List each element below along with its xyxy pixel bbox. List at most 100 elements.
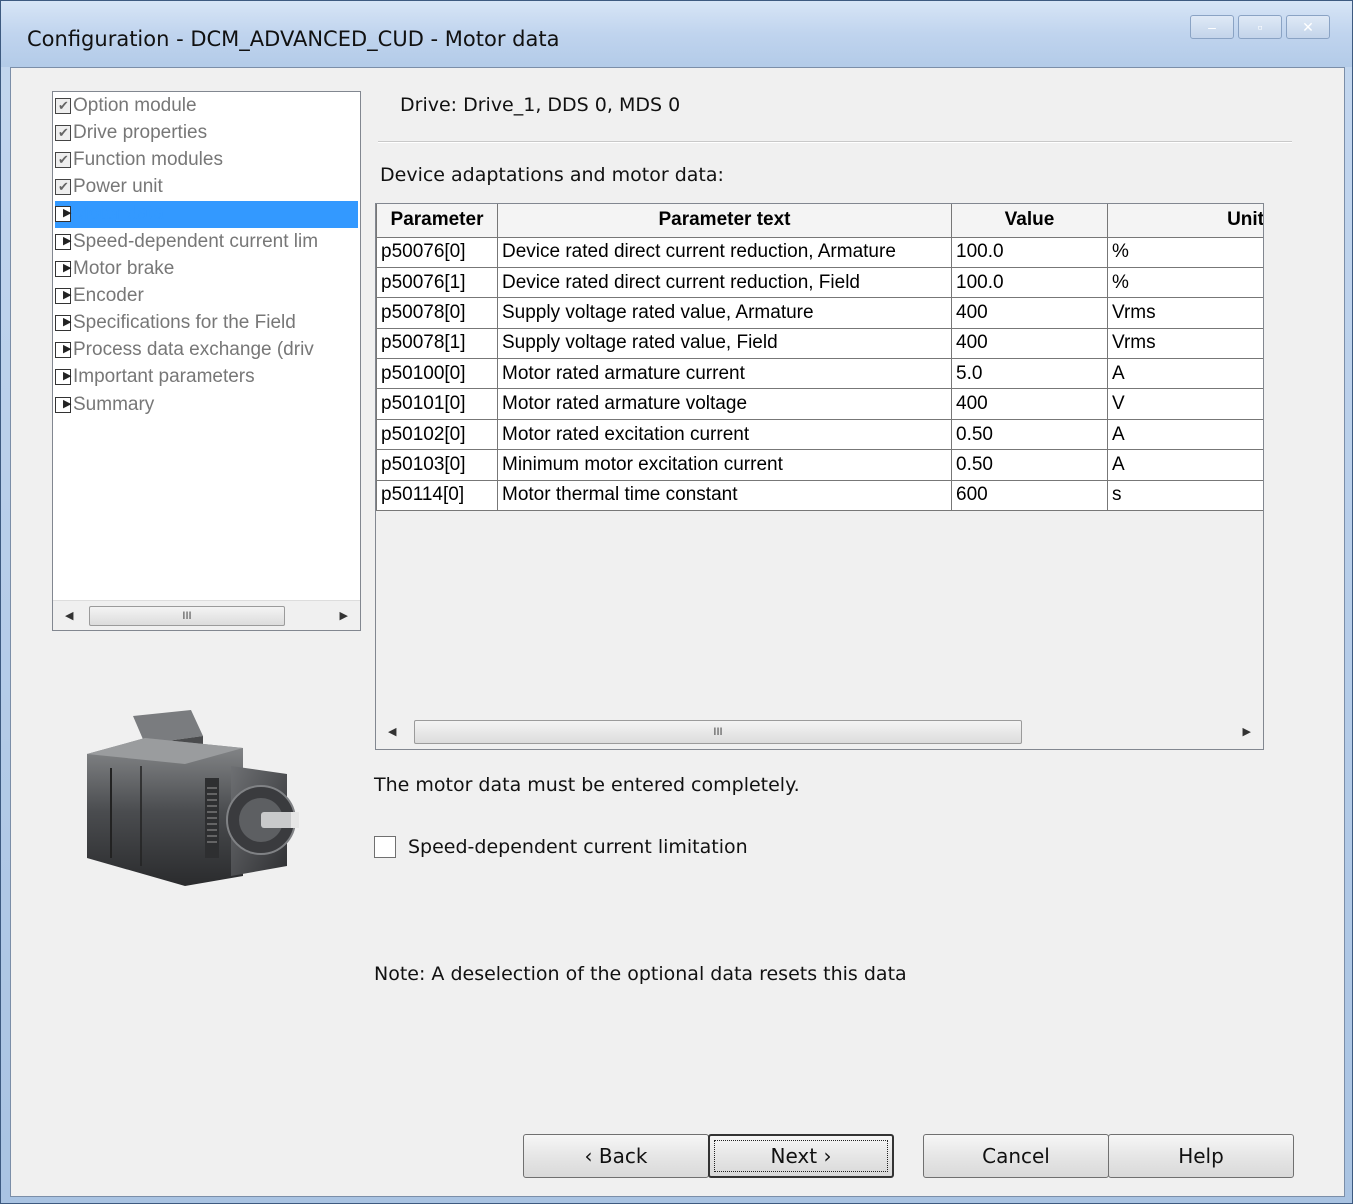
deselection-note: Note: A deselection of the optional data…: [374, 963, 907, 985]
step-complete-icon: ✔: [55, 151, 71, 168]
scroll-left-icon[interactable]: ◀: [388, 725, 396, 738]
wizard-step-2[interactable]: ✔ Function modules: [55, 146, 358, 173]
parameter-value-cell[interactable]: 400: [951, 388, 1108, 420]
wizard-step-8[interactable]: ▶ Specifications for the Field: [55, 310, 358, 337]
parameter-value-cell[interactable]: 5.0: [951, 358, 1108, 390]
parameter-id-cell: p50078[0]: [376, 297, 498, 329]
wizard-step-tree[interactable]: ✔ Option module ✔ Drive properties ✔ Function…: [52, 91, 361, 631]
separator-line: [378, 141, 1292, 142]
step-pending-icon: ▶: [55, 342, 71, 359]
parameter-id-cell: p50103[0]: [376, 449, 498, 481]
parameter-id-cell: p50076[1]: [376, 266, 498, 299]
parameter-id-cell: p50076[0]: [376, 236, 498, 268]
parameter-unit-cell: %: [1107, 236, 1263, 268]
wizard-step-label: Important parameters: [73, 366, 255, 388]
parameter-text-cell: Minimum motor excitation current: [497, 449, 952, 481]
title-bar[interactable]: Configuration - DCM_ADVANCED_CUD - Motor…: [1, 1, 1352, 67]
table-row[interactable]: p50101[0] Motor rated armature voltage 400…: [376, 388, 1263, 420]
parameter-value-cell[interactable]: 400: [951, 327, 1108, 360]
step-complete-icon: ✔: [55, 124, 71, 141]
next-button[interactable]: Next ›: [708, 1134, 894, 1178]
table-row[interactable]: p50076[0] Device rated direct current red…: [376, 236, 1263, 268]
parameter-value-cell[interactable]: 0.50: [951, 418, 1108, 451]
wizard-step-4[interactable]: ▶ Motor data: [55, 200, 358, 228]
table-row[interactable]: p50078[1] Supply voltage rated value, Fie…: [376, 327, 1263, 360]
column-header-parameter-text[interactable]: Parameter text: [497, 204, 952, 238]
wizard-step-label: Specifications for the Field: [73, 312, 296, 334]
table-row[interactable]: p50102[0] Motor rated excitation current 0…: [376, 418, 1263, 451]
minimize-icon[interactable]: –: [1190, 15, 1234, 39]
column-header-unit[interactable]: Unit: [1107, 204, 1263, 238]
close-icon[interactable]: ✕: [1286, 15, 1330, 39]
table-row[interactable]: p50100[0] Motor rated armature current 5.0…: [376, 358, 1263, 390]
wizard-step-1[interactable]: ✔ Drive properties: [55, 119, 358, 146]
parameter-unit-cell: Vrms: [1107, 297, 1263, 329]
step-pending-icon: ▶: [55, 260, 71, 277]
configuration-window: Configuration - DCM_ADVANCED_CUD - Motor…: [0, 0, 1353, 1204]
parameter-value-cell[interactable]: 600: [951, 479, 1108, 512]
parameter-text-cell: Device rated direct current reduction, A…: [497, 236, 952, 268]
table-row[interactable]: p50078[0] Supply voltage rated value, Arm…: [376, 297, 1263, 329]
wizard-step-label: Encoder: [73, 284, 144, 306]
parameter-unit-cell: A: [1107, 449, 1263, 481]
wizard-step-5[interactable]: ▶ Speed-dependent current lim: [55, 228, 358, 255]
help-button[interactable]: Help: [1108, 1134, 1294, 1178]
wizard-step-label: Function modules: [73, 148, 223, 170]
motor-image: [87, 710, 299, 886]
speed-dependent-current-limitation-option[interactable]: Speed-dependent current limitation: [374, 836, 748, 858]
parameter-text-cell: Motor rated excitation current: [497, 418, 952, 451]
step-pending-icon: ▶: [55, 206, 71, 223]
step-pending-icon: ▶: [55, 396, 71, 413]
wizard-step-9[interactable]: ▶ Process data exchange (driv: [55, 337, 358, 364]
parameter-table-body: p50076[0] Device rated direct current red…: [376, 236, 1263, 512]
window-title: Configuration - DCM_ADVANCED_CUD - Motor…: [27, 27, 560, 51]
drive-info-label: Drive: Drive_1, DDS 0, MDS 0: [400, 94, 681, 116]
dialog-client-area: ✔ Option module ✔ Drive properties ✔ Function…: [10, 67, 1345, 1197]
scroll-right-icon[interactable]: ▶: [340, 609, 348, 622]
parameter-id-cell: p50101[0]: [376, 388, 498, 420]
scroll-grip: III: [182, 610, 192, 622]
parameter-value-cell[interactable]: 0.50: [951, 449, 1108, 481]
table-row[interactable]: p50076[1] Device rated direct current red…: [376, 266, 1263, 299]
speed-dependent-current-limitation-checkbox[interactable]: [374, 836, 396, 858]
back-button[interactable]: ‹ Back: [523, 1134, 709, 1178]
step-pending-icon: ▶: [55, 315, 71, 332]
parameter-value-cell[interactable]: 400: [951, 297, 1108, 329]
scroll-thumb[interactable]: III: [414, 720, 1022, 744]
wizard-step-10[interactable]: ▶ Important parameters: [55, 364, 358, 391]
parameter-text-cell: Motor thermal time constant: [497, 479, 952, 512]
table-header-row: Parameter Parameter text Value Unit: [376, 204, 1263, 238]
speed-dependent-current-limitation-label[interactable]: Speed-dependent current limitation: [408, 836, 748, 858]
step-pending-icon: ▶: [55, 287, 71, 304]
scroll-right-icon[interactable]: ▶: [1243, 725, 1251, 738]
wizard-step-label: Power unit: [73, 176, 163, 198]
table-row[interactable]: p50103[0] Minimum motor excitation curren…: [376, 449, 1263, 481]
step-complete-icon: ✔: [55, 179, 71, 196]
parameter-value-cell[interactable]: 100.0: [951, 266, 1108, 299]
wizard-step-0[interactable]: ✔ Option module: [55, 92, 358, 119]
wizard-step-label: Drive properties: [73, 121, 208, 143]
grid-horizontal-scrollbar[interactable]: ◀ III ▶: [376, 714, 1263, 749]
parameter-text-cell: Supply voltage rated value, Armature: [497, 297, 952, 329]
wizard-step-6[interactable]: ▶ Motor brake: [55, 255, 358, 282]
wizard-step-list: ✔ Option module ✔ Drive properties ✔ Function…: [55, 92, 358, 597]
parameter-unit-cell: V: [1107, 388, 1263, 420]
parameter-unit-cell: %: [1107, 266, 1263, 299]
wizard-step-7[interactable]: ▶ Encoder: [55, 282, 358, 309]
wizard-step-11[interactable]: ▶ Summary: [55, 391, 358, 418]
scroll-grip: III: [713, 726, 723, 738]
wizard-step-3[interactable]: ✔ Power unit: [55, 174, 358, 201]
wizard-step-label: Speed-dependent current lim: [73, 230, 319, 252]
scroll-thumb[interactable]: III: [89, 606, 285, 626]
scroll-left-icon[interactable]: ◀: [65, 609, 73, 622]
wizard-step-label: Summary: [73, 393, 155, 415]
parameter-value-cell[interactable]: 100.0: [951, 236, 1108, 268]
parameter-unit-cell: s: [1107, 479, 1263, 512]
motor-parameter-grid[interactable]: Parameter Parameter text Value Unit p500…: [375, 203, 1264, 750]
column-header-parameter[interactable]: Parameter: [376, 204, 498, 238]
maximize-icon[interactable]: ▫: [1238, 15, 1282, 39]
tree-horizontal-scrollbar[interactable]: ◀ III ▶: [53, 600, 360, 630]
table-row[interactable]: p50114[0] Motor thermal time constant 600 s: [376, 479, 1263, 512]
cancel-button[interactable]: Cancel: [923, 1134, 1109, 1178]
column-header-value[interactable]: Value: [951, 204, 1108, 238]
